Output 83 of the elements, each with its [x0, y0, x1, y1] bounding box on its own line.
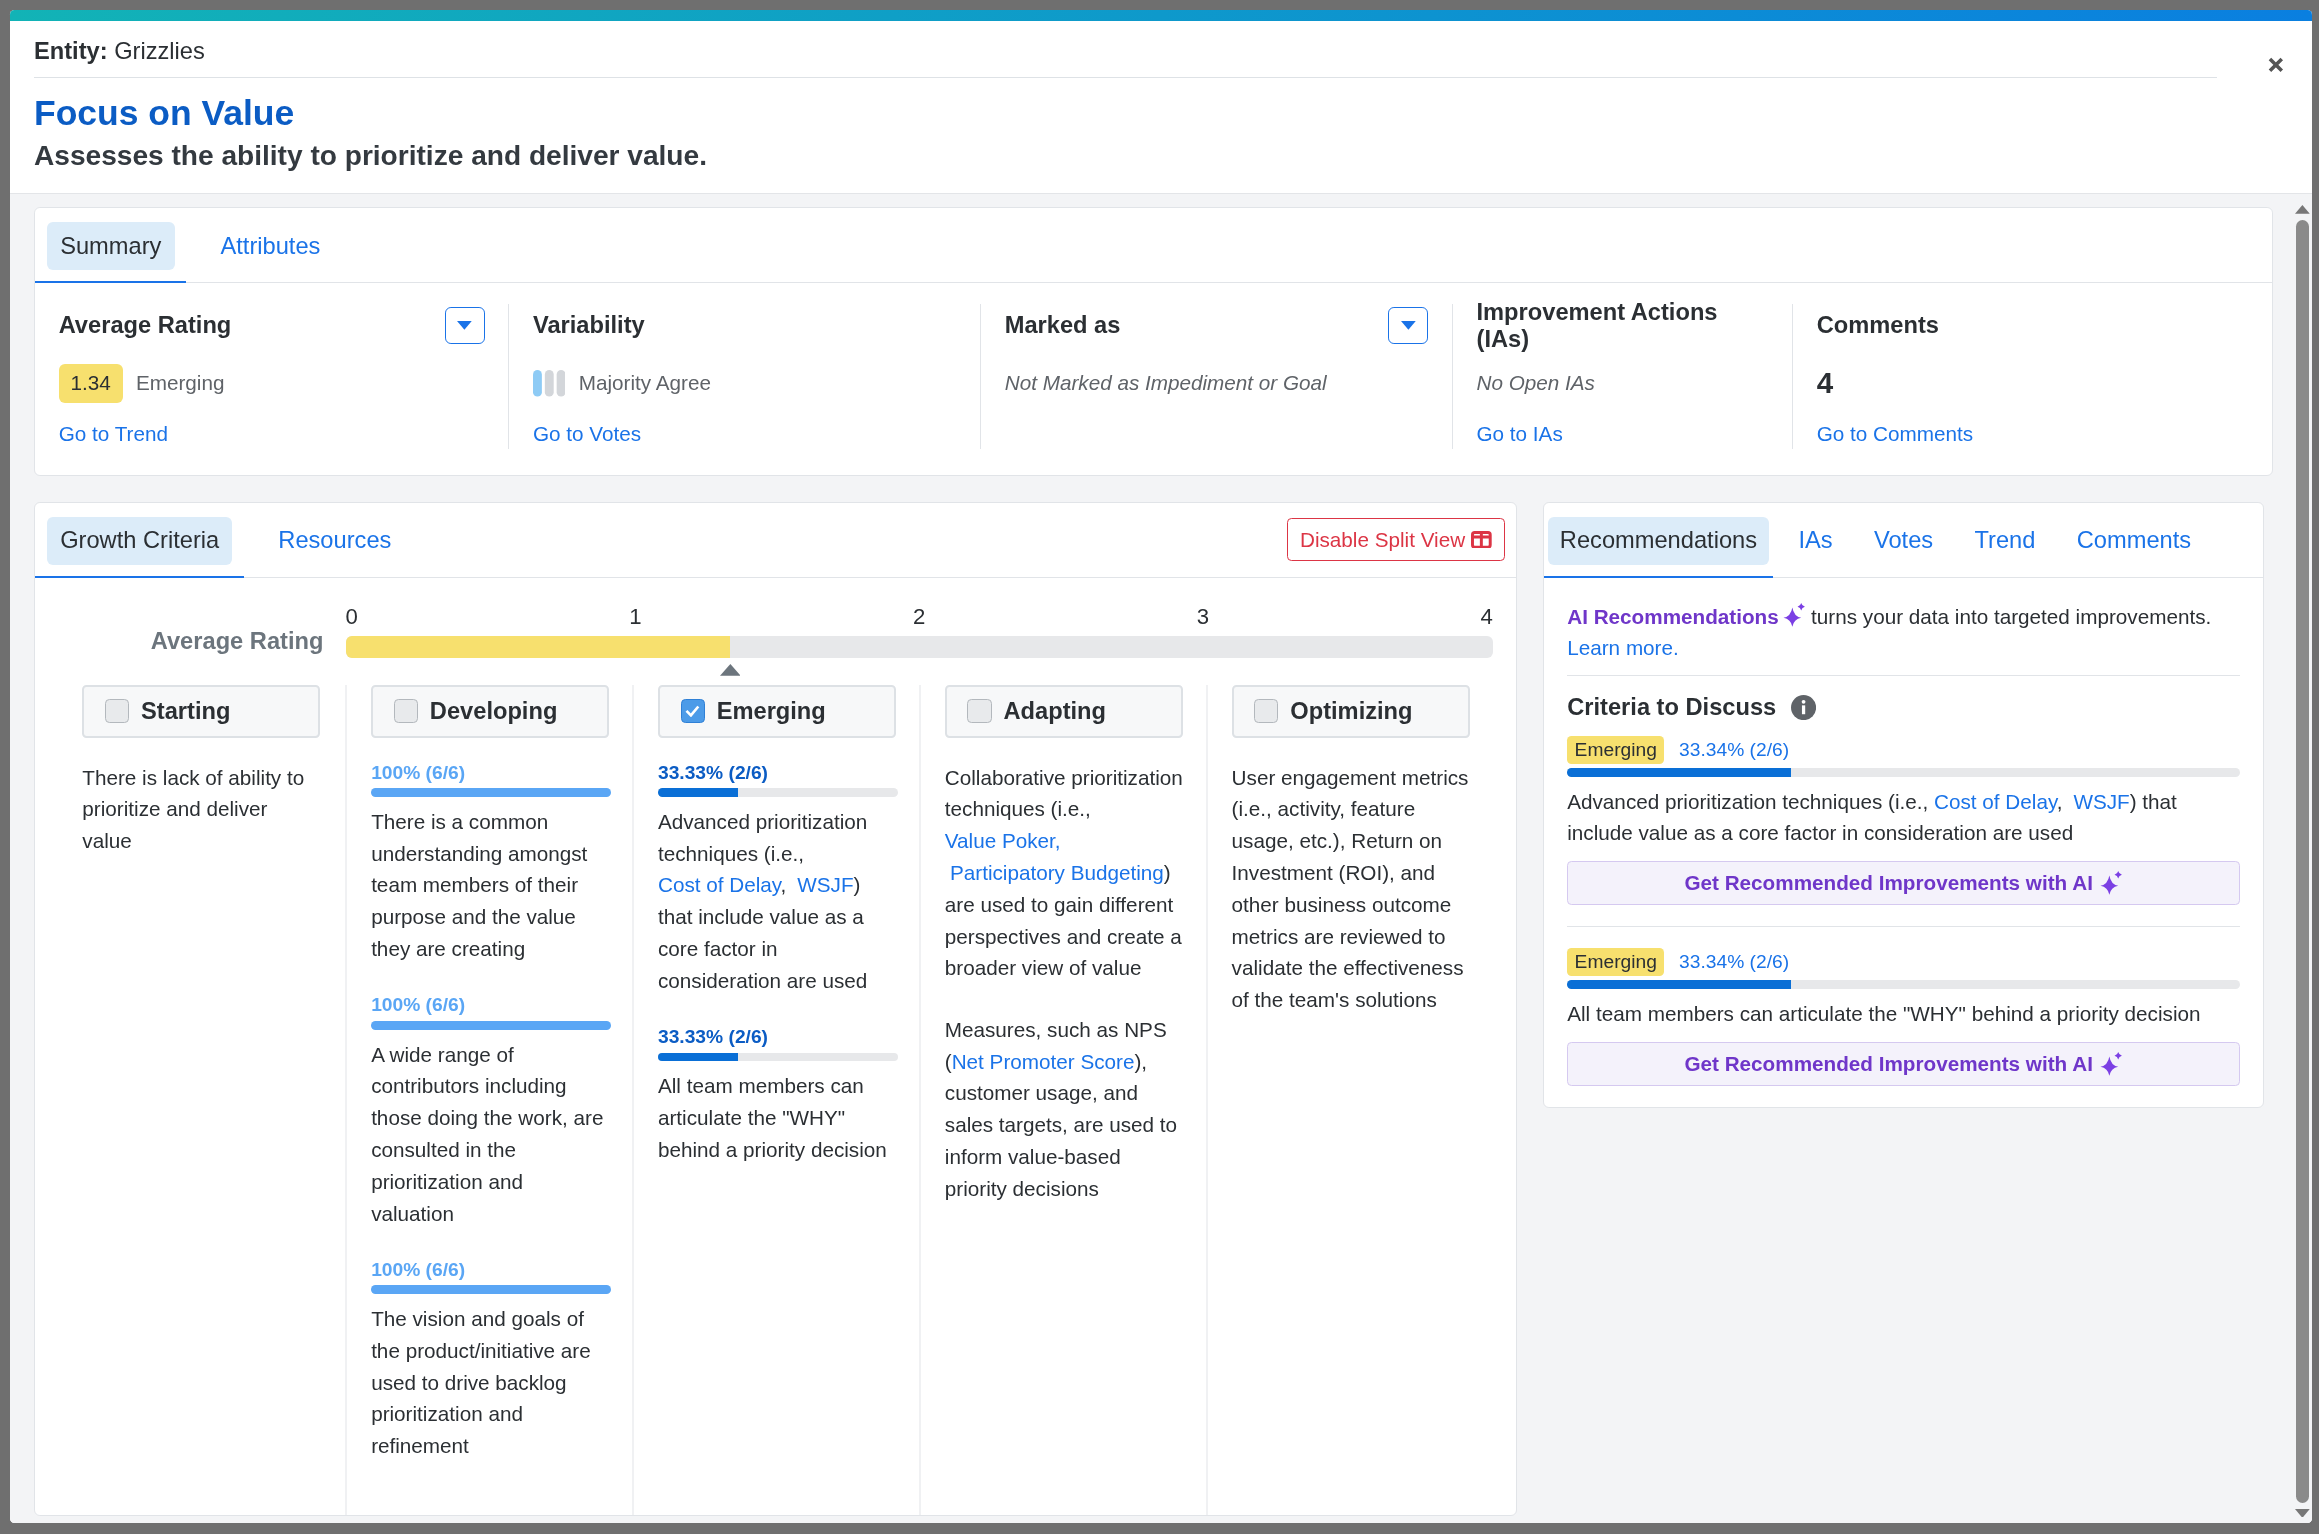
- summary-heading: Variability: [532, 312, 645, 340]
- tab[interactable]: Comments: [2060, 502, 2208, 578]
- agreement-bars-icon: [532, 370, 566, 397]
- scale-tick: 0: [345, 604, 358, 631]
- reference-link[interactable]: Cost of Delay: [657, 873, 781, 897]
- vote-percentage: 33.33% (2/6): [657, 1026, 769, 1049]
- criterion-text: Measures, such as NPS (Net Promoter Score), customer usage, and sales targets, are used to inform value-based priority decisions: [944, 1016, 1179, 1202]
- criterion-text: All team members can articulate the "WHY" behind a priority decision: [657, 1073, 888, 1163]
- rating-badge: 1.34: [58, 364, 123, 403]
- vote-percentage: 100% (6/6): [371, 761, 467, 784]
- criterion-text: User engagement metrics (i.e., activity, feature usage, etc.), Return on Investment (ROI), and other business outcome metrics are reviewed to validate the effectiveness of the team's solutions: [1231, 764, 1470, 1014]
- level-checkbox[interactable]: Optimizing: [1231, 684, 1470, 738]
- sparkle-icon: [1781, 603, 1806, 628]
- vote-percentage: 33.34% (2/6): [1679, 738, 1790, 761]
- caret-icon: [1400, 321, 1416, 331]
- reference-link[interactable]: Cost of Delay: [1934, 789, 2057, 813]
- criterion-text: There is a common understanding amongst team members of their purpose and the value they are creating: [371, 808, 589, 962]
- rating-level: Emerging: [135, 371, 225, 396]
- reference-link[interactable]: WSJF: [797, 869, 854, 902]
- dropdown-button[interactable]: [1388, 307, 1429, 345]
- tab[interactable]: Resources: [253, 502, 417, 578]
- level-checkbox[interactable]: Starting: [82, 684, 321, 738]
- summary-link[interactable]: Go to Trend: [58, 421, 485, 446]
- reference-link[interactable]: WSJF: [2073, 785, 2130, 818]
- caret-icon: [457, 321, 473, 331]
- status-note: Not Marked as Impediment or Goal: [1004, 371, 1327, 396]
- dialog-subtitle: Assesses the ability to prioritize and deliver value.: [34, 139, 708, 172]
- summary-heading: Improvement Actions (IAs): [1476, 298, 1719, 353]
- sparkle-icon: [2098, 1051, 2123, 1076]
- reference-link[interactable]: Participatory Budgeting: [949, 857, 1164, 889]
- level-checkbox[interactable]: Adapting: [944, 684, 1183, 738]
- reference-link[interactable]: Value Poker,: [944, 829, 1061, 853]
- disable-split-view-button[interactable]: Disable Split View: [1287, 517, 1505, 562]
- summary-link[interactable]: Go to Comments: [1816, 421, 2249, 446]
- scroll-down-icon[interactable]: [2295, 1508, 2311, 1518]
- vote-percentage: 33.34% (2/6): [1679, 950, 1790, 973]
- intro-text: AI Recommendations turns your data into targeted improvements. Learn more.: [1567, 601, 2240, 677]
- scale-label: Average Rating: [149, 627, 325, 655]
- criterion-text: The vision and goals of the product/initiative are used to drive backlog prioritization and refinement: [371, 1306, 592, 1460]
- entity-label: Entity: Grizzlies: [34, 38, 205, 65]
- vote-percentage: 33.33% (2/6): [657, 761, 769, 784]
- criterion-text: All team members can articulate the "WHY" behind a priority decision: [1567, 1000, 2202, 1027]
- vote-percentage: 100% (6/6): [371, 1258, 467, 1281]
- criterion-text: Advanced prioritization techniques (i.e., Cost of Delay, WSJF) that include value as a core factor in consideration are used: [1567, 785, 2240, 850]
- summary-link[interactable]: Go to IAs: [1476, 421, 1769, 446]
- scrollbar-thumb[interactable]: [2296, 220, 2310, 1503]
- criterion-text: Advanced prioritization techniques (i.e., Cost of Delay, WSJF) that include value as a core factor in consideration are used: [657, 808, 869, 994]
- summary-heading: Average Rating: [58, 312, 232, 340]
- comment-count: 4: [1816, 366, 1834, 401]
- level-checkbox[interactable]: Emerging: [657, 684, 897, 738]
- dialog-title: Focus on Value: [34, 93, 296, 135]
- criterion-text: A wide range of contributors including those doing the work, are consulted in the prioritization and valuation: [371, 1041, 605, 1227]
- scroll-up-icon[interactable]: [2295, 205, 2311, 215]
- vote-percentage: 100% (6/6): [371, 994, 467, 1017]
- criterion-text: Collaborative prioritization techniques (i.e., Value Poker, Participatory Budgeting) are used to gain different perspectives and create a broader view of value: [944, 764, 1184, 982]
- split-view-icon: [1471, 530, 1492, 549]
- rating-marker-icon: [719, 664, 741, 676]
- check-icon: [685, 705, 701, 718]
- level-badge: Emerging: [1567, 947, 1665, 976]
- section-title: Criteria to Discuss: [1567, 693, 1777, 721]
- summary-heading: Comments: [1816, 312, 1939, 340]
- summary-heading: Marked as: [1004, 312, 1121, 340]
- ai-recommendations-button[interactable]: Get Recommended Improvements with AI: [1567, 1041, 2240, 1086]
- level-checkbox[interactable]: Developing: [371, 684, 610, 738]
- criterion-text: There is lack of ability to prioritize and deliver value: [82, 764, 306, 855]
- tab[interactable]: Attributes: [195, 207, 346, 284]
- scale-tick: 3: [1196, 604, 1210, 631]
- dropdown-button[interactable]: [444, 307, 485, 345]
- tab[interactable]: IAs: [1782, 502, 1849, 578]
- scale-tick: 1: [629, 604, 642, 631]
- scale-tick: 4: [1480, 604, 1493, 631]
- tab[interactable]: Trend: [1958, 502, 2052, 578]
- level-badge: Emerging: [1567, 735, 1665, 764]
- info-icon[interactable]: [1791, 694, 1817, 720]
- variability-value: Majority Agree: [578, 371, 711, 396]
- summary-link[interactable]: Go to Votes: [532, 421, 957, 446]
- scale-tick: 2: [913, 604, 926, 631]
- ai-recommendations-button[interactable]: Get Recommended Improvements with AI: [1567, 861, 2240, 906]
- reference-link[interactable]: Net Promoter Score: [951, 1049, 1135, 1073]
- status-note: No Open IAs: [1476, 371, 1595, 396]
- sparkle-icon: [2098, 871, 2123, 896]
- learn-more-link[interactable]: Learn more.: [1567, 636, 1679, 660]
- tab[interactable]: Votes: [1857, 502, 1950, 578]
